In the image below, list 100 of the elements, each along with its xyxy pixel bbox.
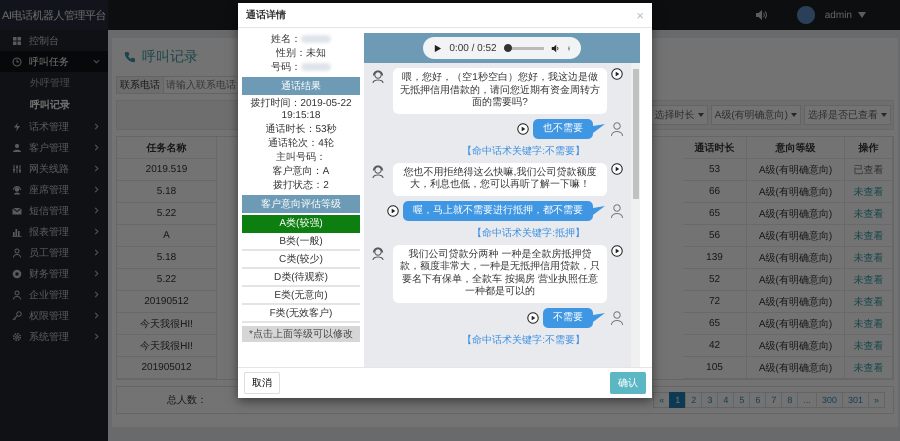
view-link[interactable]: 未查看 xyxy=(845,247,893,269)
headset-avatar-icon xyxy=(370,244,386,260)
grade-option[interactable]: F类(无效客户) xyxy=(242,305,360,323)
grade-option[interactable]: D类(待观察) xyxy=(242,269,360,287)
table-cell: 今天我很HI! xyxy=(117,313,217,335)
chevron-icon xyxy=(93,186,100,193)
blurred-value xyxy=(301,35,331,44)
person-icon xyxy=(609,310,625,326)
sidebar-item[interactable]: 企业管理 xyxy=(0,284,108,305)
view-link[interactable]: 未查看 xyxy=(845,357,893,379)
view-link[interactable]: 已查看 xyxy=(845,159,893,181)
close-button[interactable]: × xyxy=(636,8,644,22)
page-link[interactable]: 8 xyxy=(781,392,798,408)
sidebar-item[interactable]: 财务管理 xyxy=(0,263,108,284)
play-icon[interactable] xyxy=(527,312,539,324)
view-link[interactable]: 未查看 xyxy=(845,225,893,247)
audio-player[interactable]: 0:00 / 0:52 xyxy=(423,37,581,59)
chevron-icon xyxy=(93,249,100,256)
submenu-item[interactable]: 外呼管理 xyxy=(0,72,108,94)
table-cell: A xyxy=(117,225,217,247)
sidebar-item[interactable]: 客户管理 xyxy=(0,137,108,158)
bolt-icon xyxy=(12,122,22,132)
grade-option[interactable]: C类(较少) xyxy=(242,251,360,269)
grade-option[interactable]: B类(一般) xyxy=(242,233,360,251)
sidebar-item[interactable]: 网关线路 xyxy=(0,158,108,179)
headset-avatar-icon xyxy=(370,68,386,84)
table-cell: 105 xyxy=(683,357,747,379)
column-header: 操作 xyxy=(845,137,893,159)
user-name[interactable]: admin xyxy=(824,10,852,20)
sidebar-item[interactable]: 话术管理 xyxy=(0,116,108,137)
view-link[interactable]: 未查看 xyxy=(845,335,893,357)
sidebar-item[interactable]: 座席管理 xyxy=(0,179,108,200)
view-link[interactable]: 未查看 xyxy=(845,181,893,203)
page-link[interactable]: ... xyxy=(797,392,817,408)
page-link[interactable]: » xyxy=(868,392,885,408)
page-link[interactable]: 301 xyxy=(842,392,869,408)
dialog-title: 通话详情 xyxy=(246,8,287,22)
bubble-tail xyxy=(593,312,605,322)
sidebar-item[interactable]: 系统管理 xyxy=(0,326,108,347)
page-link[interactable]: 6 xyxy=(749,392,766,408)
filter-select[interactable]: A级(有明确意向) xyxy=(710,105,801,125)
scrollbar[interactable] xyxy=(631,63,640,367)
play-icon[interactable] xyxy=(387,204,399,216)
progress-slider[interactable] xyxy=(504,44,544,52)
time-label: 0:00 / 0:52 xyxy=(449,42,497,54)
cancel-button[interactable]: 取消 xyxy=(244,372,280,394)
filter-select[interactable]: 选择时长 xyxy=(650,105,708,125)
sidebar-item[interactable]: 权限管理 xyxy=(0,305,108,326)
keyword-note: 【命中话术关键字:抵押】 xyxy=(472,228,585,238)
table-cell: 201905012 xyxy=(117,357,217,379)
page-link[interactable]: 3 xyxy=(701,392,718,408)
chevron-icon xyxy=(93,312,100,319)
caret-icon[interactable] xyxy=(858,12,866,18)
page-link[interactable]: 2 xyxy=(685,392,702,408)
play-icon[interactable] xyxy=(517,122,529,134)
grade-option[interactable]: E类(无意向) xyxy=(242,287,360,305)
chevron-icon xyxy=(93,270,100,277)
play-icon[interactable] xyxy=(611,68,623,80)
page-link[interactable]: 300 xyxy=(816,392,843,408)
sidebar-item[interactable]: 员工管理 xyxy=(0,242,108,263)
blurred-value xyxy=(301,63,331,72)
table-cell: 65 xyxy=(683,203,747,225)
view-link[interactable]: 未查看 xyxy=(845,269,893,291)
volume-icon[interactable] xyxy=(550,44,560,52)
table-cell: 52 xyxy=(683,269,747,291)
submenu-item[interactable]: 呼叫记录 xyxy=(0,94,108,116)
page-link[interactable]: 7 xyxy=(765,392,782,408)
table-cell: 5.18 xyxy=(117,181,217,203)
message-bubble: 我们公司贷款分两种 一种是全款房抵押贷款，额度非常大，一种是无抵押信用贷款，只要名下有保单，全款车 按揭房 营业执照任意一种都是可以的 xyxy=(393,244,607,302)
page-title: 呼叫记录 xyxy=(142,48,198,66)
table-cell: 66 xyxy=(683,181,747,203)
coin-icon xyxy=(12,268,22,278)
page-link[interactable]: 4 xyxy=(717,392,734,408)
play-icon[interactable] xyxy=(433,44,442,52)
filter-select[interactable]: 选择是否已查看 xyxy=(804,105,891,125)
grade-option[interactable]: A类(较强) xyxy=(242,215,360,233)
view-link[interactable]: 未查看 xyxy=(845,291,893,313)
page-link[interactable]: 5 xyxy=(733,392,750,408)
view-link[interactable]: 未查看 xyxy=(845,203,893,225)
app-title: AI电话机器人管理平台 xyxy=(0,0,108,30)
column-header: 任务名称 xyxy=(117,137,217,159)
play-icon[interactable] xyxy=(611,162,623,174)
table-cell: A级(有明确意向) xyxy=(747,335,845,357)
gear-icon xyxy=(12,332,22,342)
contact-label: 姓名： xyxy=(271,34,301,45)
sidebar-item[interactable]: 控制台 xyxy=(0,30,108,51)
sidebar-item[interactable]: 短信管理 xyxy=(0,200,108,221)
table-cell: A级(有明确意向) xyxy=(747,357,845,379)
headset-avatar-icon xyxy=(370,162,386,178)
view-link[interactable]: 未查看 xyxy=(845,313,893,335)
sidebar-item[interactable]: 呼叫任务 xyxy=(0,51,108,72)
sidebar-item[interactable]: 报表管理 xyxy=(0,221,108,242)
chevron-icon xyxy=(93,207,100,214)
keyword-note: 【命中话术关键字:不需要】 xyxy=(462,334,585,346)
confirm-button[interactable]: 确认 xyxy=(610,372,646,394)
mail-icon xyxy=(12,206,22,216)
page-link[interactable]: 1 xyxy=(669,392,686,408)
result-line: 通话时长：53秒 xyxy=(264,123,338,137)
phone-icon xyxy=(124,51,136,63)
play-icon[interactable] xyxy=(611,244,623,256)
